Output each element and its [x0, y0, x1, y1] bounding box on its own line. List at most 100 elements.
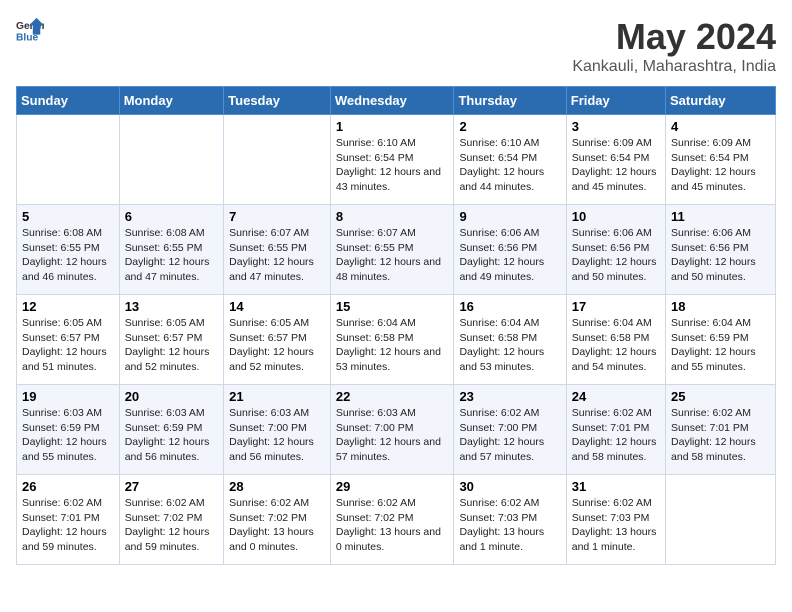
week-row-3: 12 Sunrise: 6:05 AM Sunset: 6:57 PM Dayli… [17, 295, 776, 385]
week-row-5: 26 Sunrise: 6:02 AM Sunset: 7:01 PM Dayli… [17, 475, 776, 565]
day-cell: 20 Sunrise: 6:03 AM Sunset: 6:59 PM Dayli… [119, 385, 223, 475]
day-cell: 6 Sunrise: 6:08 AM Sunset: 6:55 PM Daylig… [119, 205, 223, 295]
day-cell: 29 Sunrise: 6:02 AM Sunset: 7:02 PM Dayli… [330, 475, 454, 565]
day-info: Sunrise: 6:05 AM Sunset: 6:57 PM Dayligh… [22, 316, 114, 375]
calendar-header: SundayMondayTuesdayWednesdayThursdayFrid… [17, 87, 776, 115]
day-info: Sunrise: 6:08 AM Sunset: 6:55 PM Dayligh… [125, 226, 218, 285]
day-number: 26 [22, 479, 114, 494]
header-cell-monday: Monday [119, 87, 223, 115]
day-info: Sunrise: 6:02 AM Sunset: 7:02 PM Dayligh… [125, 496, 218, 555]
day-number: 20 [125, 389, 218, 404]
day-number: 17 [572, 299, 660, 314]
header-cell-sunday: Sunday [17, 87, 120, 115]
day-cell [666, 475, 776, 565]
header-cell-friday: Friday [566, 87, 665, 115]
header-cell-wednesday: Wednesday [330, 87, 454, 115]
day-info: Sunrise: 6:10 AM Sunset: 6:54 PM Dayligh… [459, 136, 560, 195]
day-cell: 31 Sunrise: 6:02 AM Sunset: 7:03 PM Dayli… [566, 475, 665, 565]
day-number: 19 [22, 389, 114, 404]
day-cell [224, 115, 331, 205]
day-info: Sunrise: 6:09 AM Sunset: 6:54 PM Dayligh… [572, 136, 660, 195]
day-cell: 7 Sunrise: 6:07 AM Sunset: 6:55 PM Daylig… [224, 205, 331, 295]
day-info: Sunrise: 6:02 AM Sunset: 7:01 PM Dayligh… [22, 496, 114, 555]
day-info: Sunrise: 6:02 AM Sunset: 7:01 PM Dayligh… [671, 406, 770, 465]
day-number: 16 [459, 299, 560, 314]
day-cell [119, 115, 223, 205]
day-cell: 15 Sunrise: 6:04 AM Sunset: 6:58 PM Dayli… [330, 295, 454, 385]
day-cell: 16 Sunrise: 6:04 AM Sunset: 6:58 PM Dayli… [454, 295, 566, 385]
day-number: 9 [459, 209, 560, 224]
title-area: May 2024 Kankauli, Maharashtra, India [572, 16, 776, 76]
day-info: Sunrise: 6:04 AM Sunset: 6:58 PM Dayligh… [572, 316, 660, 375]
day-number: 30 [459, 479, 560, 494]
day-number: 28 [229, 479, 325, 494]
day-number: 11 [671, 209, 770, 224]
day-cell: 30Sunrise: 6:02 AM Sunset: 7:03 PM Dayli… [454, 475, 566, 565]
week-row-4: 19 Sunrise: 6:03 AM Sunset: 6:59 PM Dayli… [17, 385, 776, 475]
main-title: May 2024 [572, 16, 776, 58]
day-number: 18 [671, 299, 770, 314]
day-number: 24 [572, 389, 660, 404]
calendar-table: SundayMondayTuesdayWednesdayThursdayFrid… [16, 86, 776, 565]
day-cell: 28 Sunrise: 6:02 AM Sunset: 7:02 PM Dayli… [224, 475, 331, 565]
day-number: 21 [229, 389, 325, 404]
day-cell: 3 Sunrise: 6:09 AM Sunset: 6:54 PM Daylig… [566, 115, 665, 205]
day-cell: 9 Sunrise: 6:06 AM Sunset: 6:56 PM Daylig… [454, 205, 566, 295]
logo-icon: General Blue [16, 16, 44, 44]
day-cell: 2Sunrise: 6:10 AM Sunset: 6:54 PM Daylig… [454, 115, 566, 205]
day-info: Sunrise: 6:03 AM Sunset: 7:00 PM Dayligh… [336, 406, 449, 465]
day-cell: 23 Sunrise: 6:02 AM Sunset: 7:00 PM Dayli… [454, 385, 566, 475]
day-info: Sunrise: 6:04 AM Sunset: 6:58 PM Dayligh… [459, 316, 560, 375]
day-cell: 17 Sunrise: 6:04 AM Sunset: 6:58 PM Dayli… [566, 295, 665, 385]
day-info: Sunrise: 6:08 AM Sunset: 6:55 PM Dayligh… [22, 226, 114, 285]
day-cell: 21 Sunrise: 6:03 AM Sunset: 7:00 PM Dayli… [224, 385, 331, 475]
day-number: 25 [671, 389, 770, 404]
logo: General Blue [16, 16, 44, 44]
day-number: 4 [671, 119, 770, 134]
day-cell: 24 Sunrise: 6:02 AM Sunset: 7:01 PM Dayli… [566, 385, 665, 475]
day-cell: 12 Sunrise: 6:05 AM Sunset: 6:57 PM Dayli… [17, 295, 120, 385]
day-info: Sunrise: 6:06 AM Sunset: 6:56 PM Dayligh… [459, 226, 560, 285]
day-cell: 10 Sunrise: 6:06 AM Sunset: 6:56 PM Dayli… [566, 205, 665, 295]
day-number: 22 [336, 389, 449, 404]
day-cell: 5 Sunrise: 6:08 AM Sunset: 6:55 PM Daylig… [17, 205, 120, 295]
day-number: 27 [125, 479, 218, 494]
header-cell-saturday: Saturday [666, 87, 776, 115]
day-cell: 13Sunrise: 6:05 AM Sunset: 6:57 PM Dayli… [119, 295, 223, 385]
day-number: 12 [22, 299, 114, 314]
day-number: 7 [229, 209, 325, 224]
day-info: Sunrise: 6:07 AM Sunset: 6:55 PM Dayligh… [229, 226, 325, 285]
day-info: Sunrise: 6:06 AM Sunset: 6:56 PM Dayligh… [671, 226, 770, 285]
day-info: Sunrise: 6:04 AM Sunset: 6:58 PM Dayligh… [336, 316, 449, 375]
day-number: 14 [229, 299, 325, 314]
day-info: Sunrise: 6:07 AM Sunset: 6:55 PM Dayligh… [336, 226, 449, 285]
day-number: 3 [572, 119, 660, 134]
header-cell-tuesday: Tuesday [224, 87, 331, 115]
day-number: 10 [572, 209, 660, 224]
day-info: Sunrise: 6:02 AM Sunset: 7:02 PM Dayligh… [336, 496, 449, 555]
day-info: Sunrise: 6:02 AM Sunset: 7:03 PM Dayligh… [572, 496, 660, 555]
day-cell: 14Sunrise: 6:05 AM Sunset: 6:57 PM Dayli… [224, 295, 331, 385]
day-cell: 22 Sunrise: 6:03 AM Sunset: 7:00 PM Dayli… [330, 385, 454, 475]
day-info: Sunrise: 6:02 AM Sunset: 7:00 PM Dayligh… [459, 406, 560, 465]
day-cell [17, 115, 120, 205]
day-number: 15 [336, 299, 449, 314]
day-number: 5 [22, 209, 114, 224]
day-cell: 27 Sunrise: 6:02 AM Sunset: 7:02 PM Dayli… [119, 475, 223, 565]
subtitle: Kankauli, Maharashtra, India [572, 58, 776, 76]
day-info: Sunrise: 6:04 AM Sunset: 6:59 PM Dayligh… [671, 316, 770, 375]
day-number: 31 [572, 479, 660, 494]
day-info: Sunrise: 6:03 AM Sunset: 7:00 PM Dayligh… [229, 406, 325, 465]
day-number: 23 [459, 389, 560, 404]
calendar-body: 1Sunrise: 6:10 AM Sunset: 6:54 PM Daylig… [17, 115, 776, 565]
day-info: Sunrise: 6:06 AM Sunset: 6:56 PM Dayligh… [572, 226, 660, 285]
day-info: Sunrise: 6:10 AM Sunset: 6:54 PM Dayligh… [336, 136, 449, 195]
day-info: Sunrise: 6:02 AM Sunset: 7:02 PM Dayligh… [229, 496, 325, 555]
day-info: Sunrise: 6:02 AM Sunset: 7:01 PM Dayligh… [572, 406, 660, 465]
day-cell: 25 Sunrise: 6:02 AM Sunset: 7:01 PM Dayli… [666, 385, 776, 475]
day-number: 6 [125, 209, 218, 224]
day-info: Sunrise: 6:09 AM Sunset: 6:54 PM Dayligh… [671, 136, 770, 195]
day-info: Sunrise: 6:03 AM Sunset: 6:59 PM Dayligh… [125, 406, 218, 465]
day-number: 29 [336, 479, 449, 494]
day-number: 8 [336, 209, 449, 224]
